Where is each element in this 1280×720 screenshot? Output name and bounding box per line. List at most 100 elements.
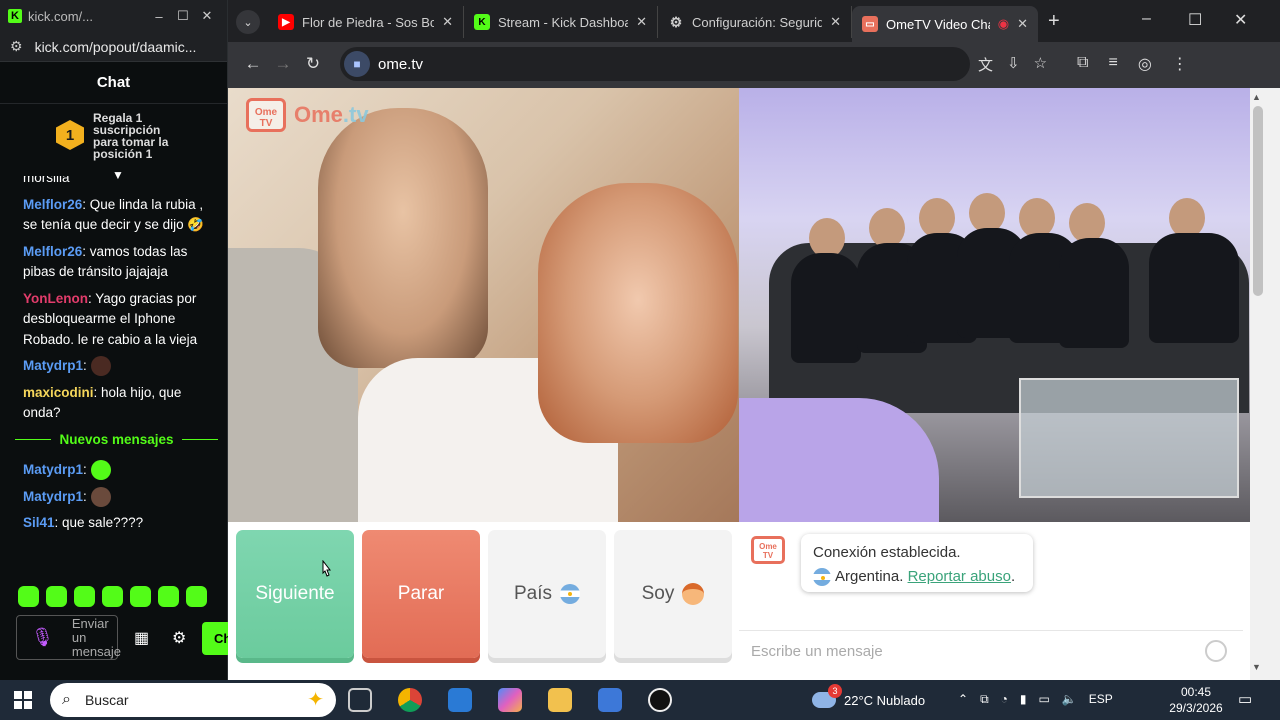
close-tab-icon[interactable]: ✕ (830, 14, 841, 30)
tab-kick-dashboard[interactable]: K Stream - Kick Dashboar ✕ (464, 6, 658, 38)
chat-username[interactable]: Matydrp1 (23, 462, 83, 477)
reload-icon[interactable]: ↻ (298, 54, 328, 74)
close-tab-icon[interactable]: ✕ (1017, 16, 1028, 32)
minimize-icon[interactable]: – (1142, 10, 1151, 28)
install-app-icon[interactable]: ⇩ (1007, 54, 1020, 75)
profile-icon[interactable]: ◎ (1138, 54, 1152, 74)
taskbar-search[interactable]: ⌕ Buscar ✦ (50, 683, 336, 717)
mail-icon[interactable] (448, 688, 472, 712)
camera-site-icon[interactable]: ■ (344, 51, 370, 77)
stop-button[interactable]: Parar (362, 530, 480, 658)
chat-username[interactable]: Sil41 (23, 515, 55, 530)
close-tab-icon[interactable]: ✕ (636, 14, 647, 30)
extensions-icon[interactable]: ⧉ (1077, 54, 1088, 74)
mic-icon[interactable]: 🎙 (31, 627, 54, 648)
gender-button[interactable]: Soy (614, 530, 732, 658)
copilot-icon[interactable] (498, 688, 522, 712)
back-icon[interactable]: ← (238, 54, 268, 74)
menu-icon[interactable]: ⋮ (1172, 54, 1188, 74)
local-video: Ome TV Ome.tv (228, 88, 739, 522)
close-tab-icon[interactable]: ✕ (442, 14, 453, 30)
tab-settings[interactable]: ⚙ Configuración: Segurid ✕ (658, 6, 852, 38)
message-input[interactable]: Escribe un mensaje (739, 630, 1243, 672)
notifications-icon[interactable]: ▭ (1238, 690, 1252, 708)
tab-youtube[interactable]: ▶ Flor de Piedra - Sos Bot ✕ (268, 6, 464, 38)
report-abuse-link[interactable]: Reportar abuso (908, 568, 1011, 585)
file-explorer-icon[interactable] (548, 688, 572, 712)
clock[interactable]: 00:45 29/3/2026 (1160, 684, 1232, 716)
popout-titlebar: K kick.com/... – ☐ ✕ (0, 0, 227, 32)
tab-title: Flor de Piedra - Sos Bot (302, 14, 435, 30)
clock-time: 00:45 (1180, 685, 1212, 699)
chat-message: Matydrp1: (23, 356, 218, 377)
logo-word-tv: .tv (342, 102, 369, 127)
emote-icon[interactable] (186, 586, 207, 607)
chat-username[interactable]: Matydrp1 (23, 358, 83, 373)
translate-icon[interactable]: 文 (978, 54, 993, 75)
chat-settings-icon[interactable]: ⚙ (172, 628, 186, 648)
chat-username[interactable]: Melflor26 (23, 197, 82, 212)
obs-icon[interactable] (648, 688, 672, 712)
system-tray: ⌃ ⧉ ◔ ▮ ▭ 🔈 ESP (958, 692, 1113, 707)
volume-icon[interactable]: 🔈 (1062, 692, 1077, 707)
tab-ometv[interactable]: ▭ OmeTV Video Chat ◉ ✕ (852, 6, 1038, 42)
chat-username[interactable]: Matydrp1 (23, 489, 83, 504)
message-input-placeholder: Escribe un mensaje (751, 643, 883, 660)
chat-input[interactable]: 🎙 Enviar un mensaje (16, 615, 121, 660)
page-scrollbar[interactable]: ▲ ▼ (1250, 88, 1280, 680)
store-app-icon[interactable] (598, 688, 622, 712)
chat-username[interactable]: maxicodini (23, 385, 94, 400)
maximize-icon[interactable]: ☐ (171, 8, 195, 24)
chat-text: morsilla (23, 176, 70, 185)
next-button[interactable]: Siguiente (236, 530, 354, 658)
emote-icon[interactable] (102, 586, 123, 607)
address-bar[interactable]: ■ ome.tv (340, 47, 970, 81)
country-button[interactable]: País (488, 530, 606, 658)
minimize-icon[interactable]: – (147, 9, 171, 24)
tab-title: OmeTV Video Chat (886, 16, 990, 32)
ometv-badge-small: Ome TV (751, 536, 785, 564)
weather-widget[interactable]: 3 22°C Nublado (812, 680, 925, 720)
chat-message: Sil41: que sale???? (23, 513, 218, 534)
emote-icon[interactable] (130, 586, 151, 607)
chat-username[interactable]: YonLenon (23, 291, 88, 306)
maximize-icon[interactable]: ☐ (1188, 10, 1202, 30)
gift-sub-banner[interactable]: 1 Regala 1 suscripción para tomar la pos… (0, 104, 227, 168)
tray-app-icon[interactable]: ⧉ (980, 692, 989, 707)
emote-icon[interactable] (18, 586, 39, 607)
windows-start-icon[interactable] (14, 691, 32, 709)
chat-message: Melflor26: vamos todas las pibas de trán… (23, 242, 218, 283)
popout-urlbar[interactable]: ⚙ kick.com/popout/daamic... (0, 32, 227, 62)
emoji-picker-icon[interactable] (1205, 640, 1227, 662)
close-icon[interactable]: ✕ (195, 8, 219, 24)
new-tab-icon[interactable]: + (1048, 10, 1060, 33)
language-indicator[interactable]: ESP (1089, 692, 1113, 707)
task-view-icon[interactable] (348, 688, 372, 712)
boy-face-icon (682, 583, 705, 605)
mic-tray-icon[interactable]: ▮ (1020, 692, 1027, 707)
scroll-up-icon[interactable]: ▲ (1252, 92, 1261, 102)
chrome-icon[interactable] (398, 688, 422, 712)
close-icon[interactable]: ✕ (1234, 10, 1247, 30)
bookmark-star-icon[interactable]: ☆ (1034, 54, 1047, 75)
scroll-thumb[interactable] (1253, 106, 1263, 296)
kick-chat-popout: K kick.com/... – ☐ ✕ ⚙ kick.com/popout/d… (0, 0, 232, 680)
chat-text: : (83, 358, 87, 373)
emote-icon[interactable] (46, 586, 67, 607)
chat-username[interactable]: Melflor26 (23, 244, 82, 259)
store-icon[interactable]: ▦ (134, 628, 149, 648)
chevron-up-icon[interactable]: ⌃ (958, 692, 968, 707)
forward-icon[interactable]: → (268, 54, 298, 74)
emote-icon (90, 356, 111, 377)
media-controls-icon[interactable]: ≡ (1108, 54, 1117, 74)
tab-search-icon[interactable]: ⌄ (236, 10, 260, 34)
emote-icon[interactable] (158, 586, 179, 607)
new-messages-divider: Nuevos mensajes (15, 430, 218, 451)
site-settings-icon[interactable]: ⚙ (10, 38, 23, 55)
weather-text: 22°C Nublado (844, 692, 926, 708)
wifi-icon[interactable]: ◔ (1001, 692, 1008, 707)
cloud-icon: 3 (812, 684, 842, 708)
emote-icon[interactable] (74, 586, 95, 607)
battery-icon[interactable]: ▭ (1039, 692, 1050, 707)
scroll-down-icon[interactable]: ▼ (1252, 662, 1261, 672)
